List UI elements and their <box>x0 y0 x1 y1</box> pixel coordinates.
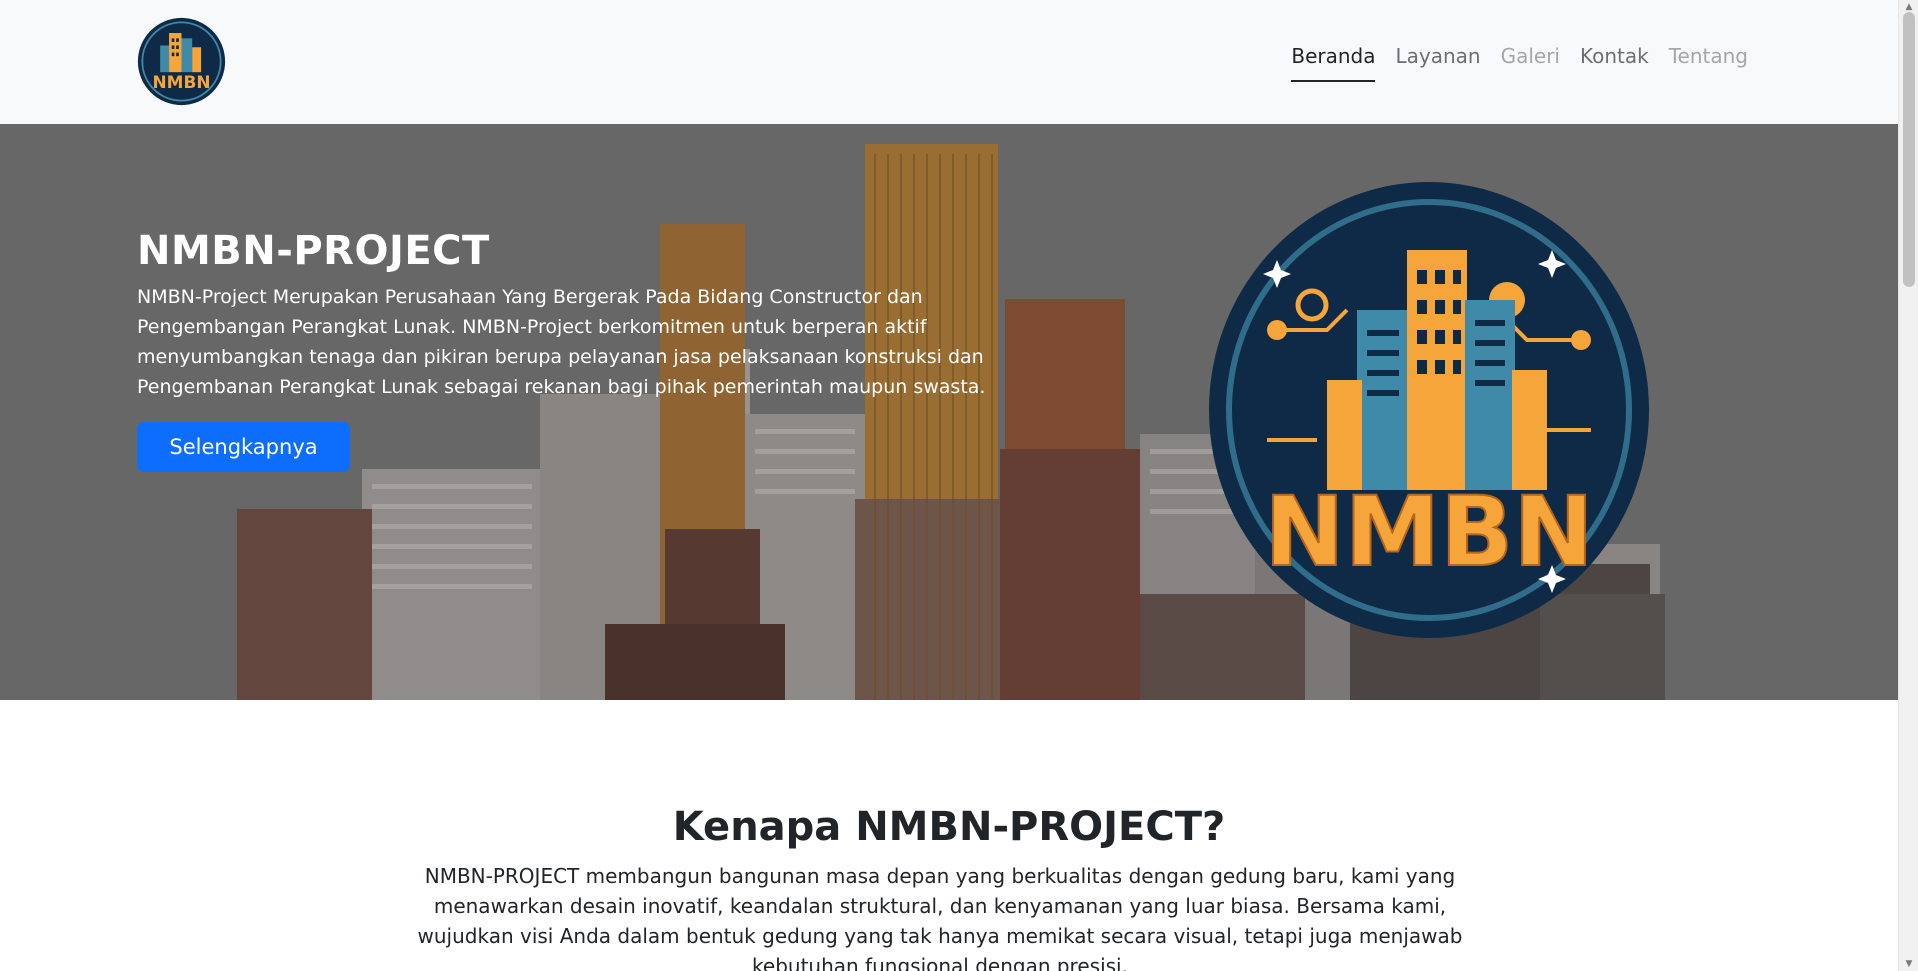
page-scrollbar[interactable]: ▲ ▼ <box>1898 0 1918 971</box>
nav-link-galeri[interactable]: Galeri <box>1501 40 1560 82</box>
hero-title: NMBN-PROJECT <box>137 228 490 274</box>
scrollbar-thumb[interactable] <box>1903 12 1915 287</box>
why-description: NMBN-PROJECT membangun bangunan masa dep… <box>417 864 1463 971</box>
nav-menu: Beranda Layanan Galeri Kontak Tentang <box>1291 40 1748 82</box>
why-title: Kenapa NMBN-PROJECT? <box>672 804 1226 850</box>
nav-link-beranda[interactable]: Beranda <box>1291 40 1376 82</box>
brand-logo-text: NMBN <box>152 72 210 92</box>
selengkapnya-button[interactable]: Selengkapnya <box>137 422 350 472</box>
nav-link-layanan[interactable]: Layanan <box>1395 40 1480 82</box>
nav-link-tentang[interactable]: Tentang <box>1669 40 1748 82</box>
nav-link-kontak[interactable]: Kontak <box>1580 40 1649 82</box>
hero-description: NMBN-Project Merupakan Perusahaan Yang B… <box>137 286 986 398</box>
scroll-down-icon[interactable]: ▼ <box>1899 957 1918 971</box>
nmbn-logo-icon: NMBN <box>137 17 226 106</box>
nmbn-emblem-icon: NMBN <box>1209 182 1649 638</box>
navbar: NMBN Beranda Layanan Galeri Kontak Tenta… <box>0 0 1898 124</box>
emblem-text: NMBN <box>1264 476 1593 588</box>
hero-section: NMBN-PROJECT NMBN-Project Merupakan Peru… <box>0 124 1898 700</box>
